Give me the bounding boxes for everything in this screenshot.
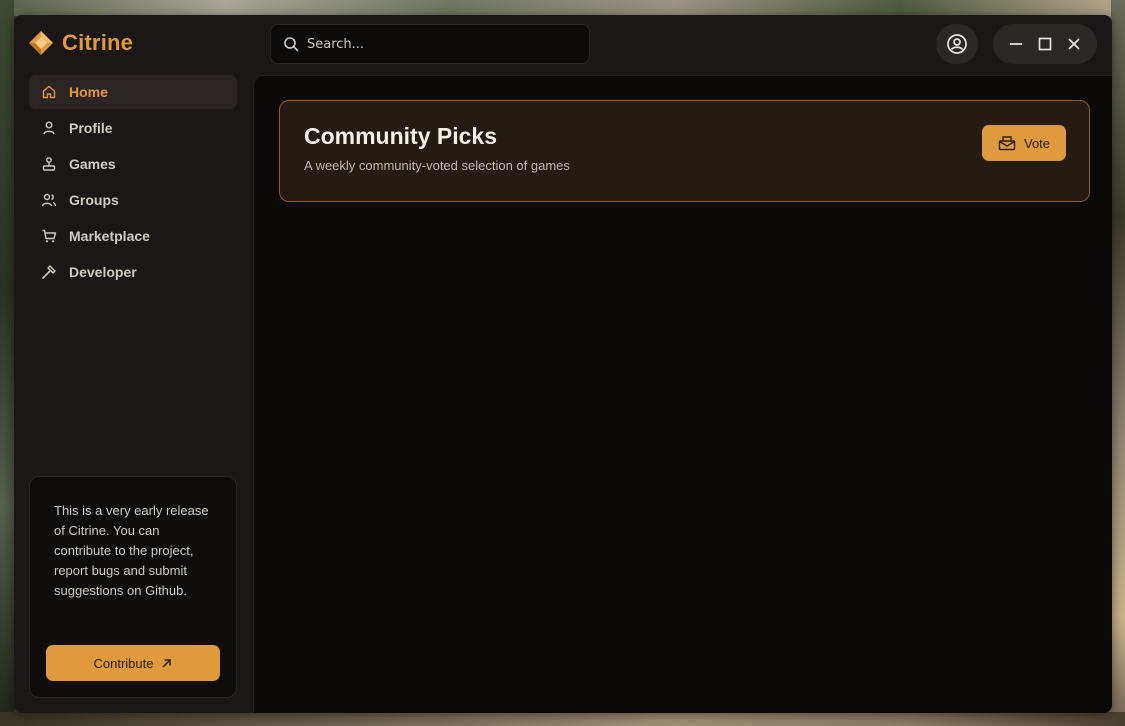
account-icon — [947, 34, 967, 54]
sidebar-item-label: Home — [69, 84, 108, 100]
app-window: Citrine Search... Home Profile Games Gro… — [14, 15, 1112, 713]
minimize-icon — [1009, 43, 1022, 45]
users-icon — [41, 193, 57, 207]
early-release-card: This is a very early release of Citrine.… — [29, 476, 237, 698]
early-release-text: This is a very early release of Citrine.… — [54, 503, 209, 598]
banner-subtitle: A weekly community-voted selection of ga… — [304, 158, 570, 173]
citrine-logo-icon — [29, 31, 53, 55]
sidebar-item-marketplace[interactable]: Marketplace — [29, 219, 237, 253]
ballot-icon — [998, 136, 1016, 151]
cart-icon — [42, 229, 57, 243]
joystick-icon — [42, 157, 56, 171]
sidebar-item-home[interactable]: Home — [29, 75, 237, 109]
desktop-background-left — [0, 0, 14, 726]
search-icon — [284, 37, 299, 52]
user-icon — [43, 121, 55, 135]
search-input[interactable] — [307, 36, 567, 52]
sidebar-item-label: Developer — [69, 264, 137, 280]
window-controls — [993, 24, 1097, 64]
sidebar-item-games[interactable]: Games — [29, 147, 237, 181]
desktop-background-bottom — [0, 712, 1125, 726]
app-name: Citrine — [62, 30, 134, 55]
search-box[interactable] — [270, 24, 590, 64]
maximize-icon — [1038, 37, 1052, 51]
home-icon — [42, 85, 56, 99]
vote-button[interactable]: Vote — [982, 125, 1066, 161]
brand: Citrine — [28, 30, 133, 56]
title-bar: Citrine — [14, 15, 1112, 75]
external-link-arrow-icon — [162, 658, 172, 668]
sidebar-item-label: Profile — [69, 120, 113, 136]
sidebar-item-label: Games — [69, 156, 116, 172]
maximize-button[interactable] — [1035, 34, 1055, 54]
sidebar-item-groups[interactable]: Groups — [29, 183, 237, 217]
vote-label: Vote — [1023, 135, 1051, 151]
sidebar-item-developer[interactable]: Developer — [29, 255, 237, 289]
sidebar-item-profile[interactable]: Profile — [29, 111, 237, 145]
sidebar: Home Profile Games Groups Marketplace De… — [14, 75, 253, 713]
contribute-label: Contribute — [93, 655, 154, 671]
desktop-background-top — [0, 0, 1125, 16]
hammer-icon — [42, 265, 56, 279]
close-icon — [1068, 38, 1080, 50]
close-button[interactable] — [1064, 34, 1084, 54]
desktop-background-right — [1111, 0, 1125, 726]
minimize-button[interactable] — [1006, 34, 1026, 54]
banner-title: Community Picks — [304, 123, 497, 149]
contribute-button[interactable]: Contribute — [46, 645, 220, 681]
account-button[interactable] — [936, 24, 978, 64]
sidebar-item-label: Marketplace — [69, 228, 150, 244]
community-picks-banner: Community Picks A weekly community-voted… — [279, 100, 1090, 202]
main-content: Community Picks A weekly community-voted… — [253, 75, 1112, 713]
sidebar-item-label: Groups — [69, 192, 119, 208]
